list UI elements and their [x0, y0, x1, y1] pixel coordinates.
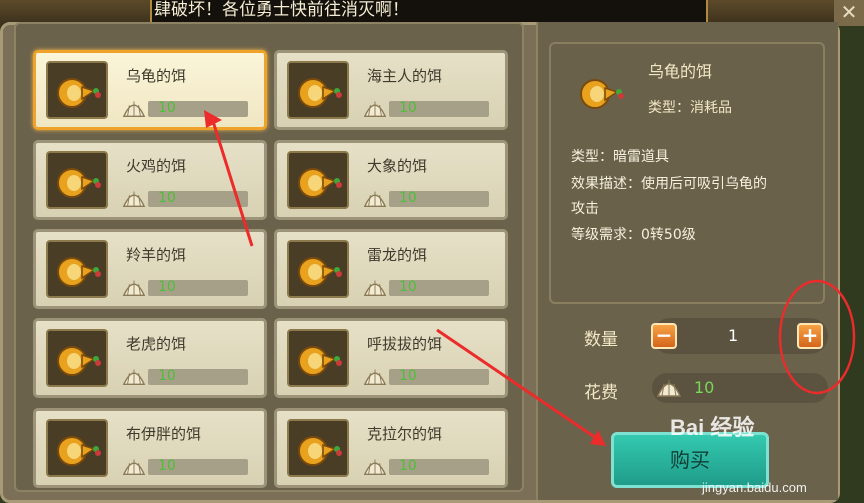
item-name: 羚羊的饵 [126, 246, 187, 264]
detail-item-name: 乌龟的饵 [648, 62, 713, 81]
bait-icon [298, 78, 342, 108]
item-icon-frame [287, 61, 349, 119]
shell-currency-icon [122, 191, 146, 207]
item-card[interactable]: 呼拔拔的饵 10 [274, 318, 508, 398]
item-name: 克拉尔的饵 [367, 425, 443, 443]
bait-icon [57, 78, 101, 108]
item-name: 老虎的饵 [126, 335, 187, 353]
cost-label: 花费 [584, 383, 618, 403]
item-name: 大象的饵 [367, 157, 428, 175]
item-icon-frame [46, 151, 108, 209]
bait-icon [57, 168, 101, 198]
item-card[interactable]: 老虎的饵 10 [33, 318, 267, 398]
item-price: 10 [158, 279, 176, 295]
item-card[interactable]: 雷龙的饵 10 [274, 229, 508, 309]
shell-currency-icon [122, 280, 146, 296]
item-card[interactable]: 羚羊的饵 10 [33, 229, 267, 309]
bait-icon [580, 79, 624, 109]
item-icon-frame [46, 329, 108, 387]
item-price: 10 [158, 100, 176, 116]
item-name: 火鸡的饵 [126, 157, 187, 175]
item-icon-frame [46, 240, 108, 298]
item-price: 10 [399, 458, 417, 474]
bait-icon [298, 436, 342, 466]
item-price: 10 [399, 368, 417, 384]
bait-icon [298, 257, 342, 287]
item-price: 10 [158, 190, 176, 206]
item-icon-frame [287, 151, 349, 209]
increase-button[interactable]: + [797, 323, 823, 349]
announcement-banner: 肆破坏！各位勇士快前往消灭啊！ [150, 0, 708, 24]
item-name: 呼拔拔的饵 [367, 335, 443, 353]
bait-icon [298, 346, 342, 376]
item-icon-frame [287, 329, 349, 387]
item-card[interactable]: 大象的饵 10 [274, 140, 508, 220]
item-icon-frame [46, 419, 108, 477]
item-icon-frame [46, 61, 108, 119]
item-card[interactable]: 克拉尔的饵 10 [274, 408, 508, 488]
shell-currency-icon [363, 280, 387, 296]
shell-currency-icon [122, 369, 146, 385]
decrease-button[interactable]: − [651, 323, 677, 349]
shell-currency-icon [656, 380, 682, 397]
detail-level-line: 等级需求：0转50级 [571, 227, 696, 243]
quantity-value[interactable]: 1 [728, 326, 738, 345]
bait-icon [298, 168, 342, 198]
detail-type-line: 类型：暗雷道具 [571, 149, 669, 165]
item-card[interactable]: 乌龟的饵 10 [33, 50, 267, 130]
detail-effect-line: 效果描述：使用后可吸引乌龟的 [571, 176, 767, 192]
detail-effect-line-2: 攻击 [571, 201, 599, 217]
item-name: 布伊胖的饵 [126, 425, 202, 443]
watermark-logo: Bai 经验 [670, 415, 755, 440]
item-price: 10 [399, 279, 417, 295]
item-card[interactable]: 海主人的饵 10 [274, 50, 508, 130]
item-price: 10 [399, 100, 417, 116]
shell-currency-icon [122, 101, 146, 117]
detail-item-category: 类型：消耗品 [648, 100, 732, 116]
item-name: 雷龙的饵 [367, 246, 428, 264]
bait-icon [57, 257, 101, 287]
watermark-url: jingyan.baidu.com [702, 480, 807, 495]
cost-value: 10 [694, 378, 715, 397]
item-price: 10 [158, 458, 176, 474]
quantity-label: 数量 [584, 330, 618, 350]
item-price: 10 [399, 190, 417, 206]
bait-icon [57, 436, 101, 466]
close-button[interactable]: ✕ [834, 0, 864, 26]
item-card[interactable]: 布伊胖的饵 10 [33, 408, 267, 488]
shell-currency-icon [363, 191, 387, 207]
item-icon-frame [287, 419, 349, 477]
item-card[interactable]: 火鸡的饵 10 [33, 140, 267, 220]
item-icon-frame [287, 240, 349, 298]
shell-currency-icon [122, 459, 146, 475]
item-name: 海主人的饵 [367, 67, 443, 85]
item-price: 10 [158, 368, 176, 384]
shell-currency-icon [363, 459, 387, 475]
shell-currency-icon [363, 369, 387, 385]
item-name: 乌龟的饵 [126, 67, 187, 85]
bait-icon [57, 346, 101, 376]
shell-currency-icon [363, 101, 387, 117]
